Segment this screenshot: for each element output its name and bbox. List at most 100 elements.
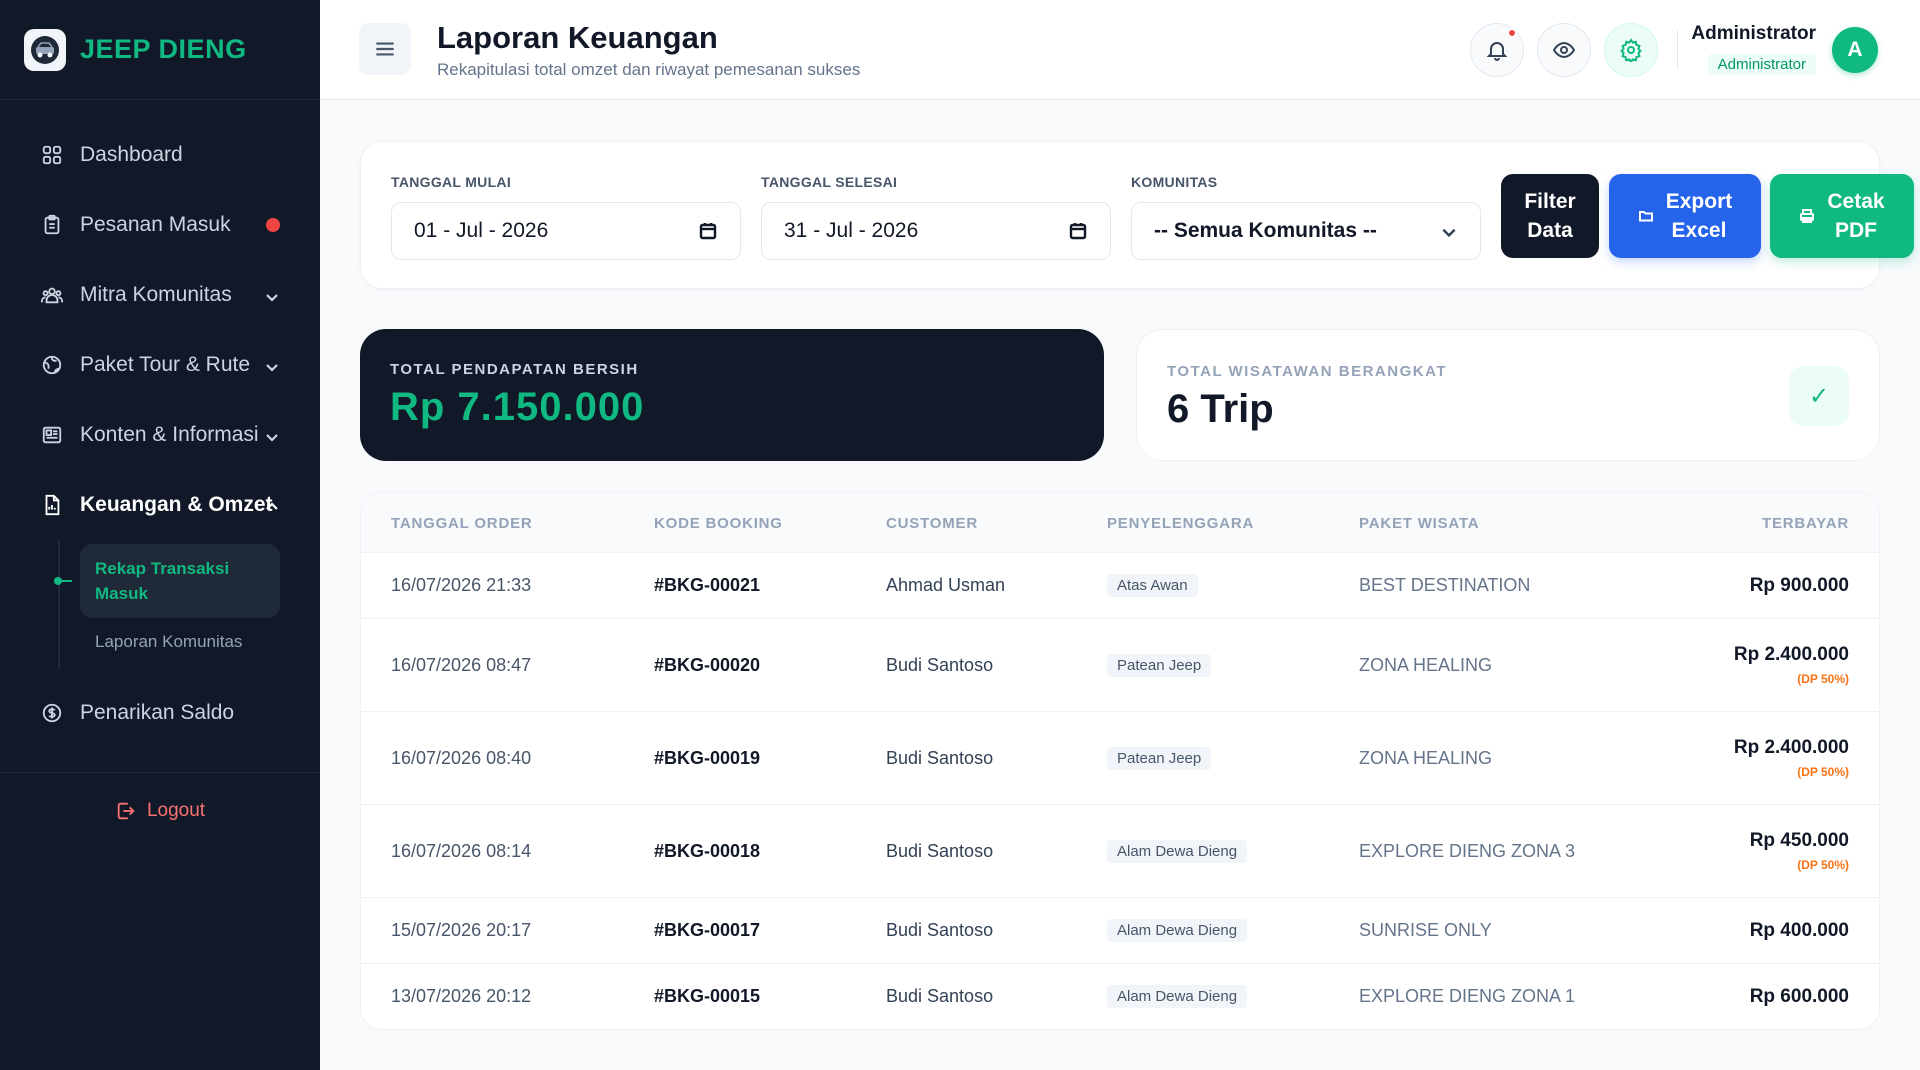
notification-badge: [1507, 28, 1517, 38]
start-date-label: TANGGAL MULAI: [391, 174, 512, 190]
submenu-line: [58, 540, 60, 670]
view-site-button[interactable]: [1537, 23, 1591, 77]
notification-dot: [266, 218, 280, 232]
cell-booking-code: #BKG-00015: [654, 986, 761, 1006]
notification-button[interactable]: [1470, 23, 1524, 77]
cell-package: BEST DESTINATION: [1359, 575, 1531, 595]
table-row[interactable]: 16/07/2026 08:40 #BKG-00019 Budi Santoso Pa…: [361, 712, 1879, 805]
filter-button-line1: Filter: [1524, 190, 1576, 213]
brand-logo: [24, 28, 66, 71]
cell-organizer-badge: Alam Dewa Dieng: [1107, 985, 1248, 1008]
paid-amount: Rp 2.400.000: [1733, 643, 1849, 665]
printer-icon: [1800, 209, 1815, 223]
settings-button[interactable]: [1604, 23, 1658, 77]
cell-paid: Rp 900.000: [1750, 575, 1849, 597]
logout-button[interactable]: Logout: [0, 800, 320, 822]
paid-amount: Rp 450.000: [1749, 829, 1849, 851]
sidebar-item-konten-informasi[interactable]: Konten & Informasi: [0, 400, 320, 470]
cell-customer: Ahmad Usman: [886, 575, 1006, 595]
page-subtitle: Rekapitulasi total omzet dan riwayat pem…: [437, 60, 861, 79]
table-row[interactable]: 13/07/2026 20:12 #BKG-00015 Budi Santoso Al…: [361, 964, 1879, 1029]
document-icon: [40, 493, 64, 517]
chevron-down-icon: [264, 287, 280, 303]
globe-icon: [40, 353, 64, 377]
chevron-down-icon: [264, 357, 280, 373]
filter-panel: TANGGAL MULAI 01 - Jul - 2026 TANGGAL SE…: [360, 141, 1914, 289]
column-header-package: PAKET WISATA: [1359, 515, 1480, 532]
community-select[interactable]: -- Semua Komunitas --: [1131, 202, 1481, 260]
sidebar-item-label: Konten & Informasi: [80, 423, 259, 446]
submenu-active-indicator: [54, 577, 72, 585]
dollar-icon: [40, 701, 64, 725]
paid-amount: Rp 600.000: [1749, 986, 1849, 1007]
chevron-down-icon: [1440, 223, 1458, 241]
sidebar: JEEP DIENG Dashboard Pesanan Masuk Mitra…: [0, 0, 320, 1070]
trips-value: 6 Trip: [1167, 387, 1274, 431]
chevron-down-icon: [264, 427, 280, 443]
cell-date: 16/07/2026 08:40: [391, 747, 532, 768]
cell-customer: Budi Santoso: [886, 840, 994, 861]
paid-note: (DP 50%): [1797, 671, 1849, 686]
table-row[interactable]: 15/07/2026 20:17 #BKG-00017 Budi Santoso Al…: [361, 898, 1879, 964]
paid-amount: Rp 400.000: [1749, 920, 1849, 941]
cell-package: EXPLORE DIENG ZONA 3: [1359, 840, 1576, 861]
filter-button-line2: Data: [1527, 219, 1573, 242]
transactions-table: TANGGAL ORDER KODE BOOKING CUSTOMER PENY…: [360, 492, 1880, 1030]
cell-customer: Budi Santoso: [886, 920, 994, 940]
sidebar-item-dashboard[interactable]: Dashboard: [0, 120, 320, 190]
chevron-up-icon: [264, 497, 280, 513]
print-pdf-button[interactable]: Cetak PDF: [1770, 174, 1914, 258]
excel-button-line2: Excel: [1671, 219, 1727, 242]
sidebar-item-mitra-komunitas[interactable]: Mitra Komunitas: [0, 260, 320, 330]
sidebar-item-label: Pesanan Masuk: [80, 213, 231, 236]
calendar-icon: [1068, 221, 1088, 241]
cell-paid: Rp 2.400.000 (DP 50%): [1734, 737, 1849, 779]
eye-icon: [1552, 41, 1576, 59]
sidebar-item-paket-tour[interactable]: Paket Tour & Rute: [0, 330, 320, 400]
table-row[interactable]: 16/07/2026 08:47 #BKG-00020 Budi Santoso Pa…: [361, 619, 1879, 712]
submenu-item-rekap-transaksi[interactable]: Rekap Transaksi Masuk: [80, 544, 280, 618]
submenu-item-laporan-komunitas[interactable]: Laporan Komunitas: [80, 618, 320, 666]
cell-date: 13/07/2026 20:12: [391, 986, 532, 1006]
paid-amount: Rp 900.000: [1749, 575, 1849, 596]
cell-organizer-badge: Alam Dewa Dieng: [1107, 839, 1248, 863]
user-name: Administrator: [1691, 23, 1816, 44]
sidebar-divider: [0, 772, 320, 773]
end-date-input[interactable]: 31 - Jul - 2026: [761, 202, 1111, 260]
clipboard-icon: [40, 213, 64, 237]
avatar[interactable]: A: [1832, 27, 1878, 73]
cell-package: SUNRISE ONLY: [1359, 920, 1492, 940]
export-excel-button[interactable]: Export Excel: [1609, 174, 1761, 258]
revenue-label: TOTAL PENDAPATAN BERSIH: [390, 361, 639, 378]
revenue-card: TOTAL PENDAPATAN BERSIH Rp 7.150.000: [360, 329, 1104, 461]
sidebar-item-label: Paket Tour & Rute: [80, 353, 251, 376]
sidebar-item-pesanan-masuk[interactable]: Pesanan Masuk: [0, 190, 320, 260]
cell-customer: Budi Santoso: [886, 654, 994, 675]
cell-paid: Rp 450.000 (DP 50%): [1750, 830, 1849, 872]
start-date-input[interactable]: 01 - Jul - 2026: [391, 202, 741, 260]
page-title: Laporan Keuangan: [437, 20, 718, 55]
brand[interactable]: JEEP DIENG: [0, 0, 320, 100]
folder-icon: [1638, 211, 1653, 222]
end-date-value: 31 - Jul - 2026: [784, 219, 919, 242]
keuangan-submenu: Rekap Transaksi Masuk Laporan Komunitas: [0, 540, 320, 678]
newspaper-icon: [40, 423, 64, 447]
table-row[interactable]: 16/07/2026 08:14 #BKG-00018 Budi Santoso Al…: [361, 805, 1879, 898]
cell-customer: Budi Santoso: [886, 986, 994, 1006]
table-row[interactable]: 16/07/2026 21:33 #BKG-00021 Ahmad Usman Ata…: [361, 553, 1879, 619]
cell-booking-code: #BKG-00019: [654, 747, 761, 768]
cell-paid: Rp 600.000: [1750, 986, 1849, 1008]
top-header: Laporan Keuangan Rekapitulasi total omze…: [320, 0, 1920, 100]
column-header-code: KODE BOOKING: [654, 515, 783, 532]
cell-date: 16/07/2026 08:14: [391, 840, 532, 861]
filter-data-button[interactable]: Filter Data: [1501, 174, 1599, 258]
hamburger-menu-button[interactable]: [359, 23, 411, 75]
paid-amount: Rp 2.400.000: [1733, 736, 1849, 758]
sidebar-item-label: Keuangan & Omzet: [80, 493, 273, 516]
community-select-value: -- Semua Komunitas --: [1154, 219, 1377, 242]
table-header: TANGGAL ORDER KODE BOOKING CUSTOMER PENY…: [361, 493, 1879, 553]
column-header-paid: TERBAYAR: [1762, 515, 1849, 532]
sidebar-item-label: Penarikan Saldo: [80, 701, 235, 724]
sidebar-item-keuangan-omzet[interactable]: Keuangan & Omzet: [0, 470, 320, 540]
sidebar-item-penarikan-saldo[interactable]: Penarikan Saldo: [0, 678, 320, 748]
